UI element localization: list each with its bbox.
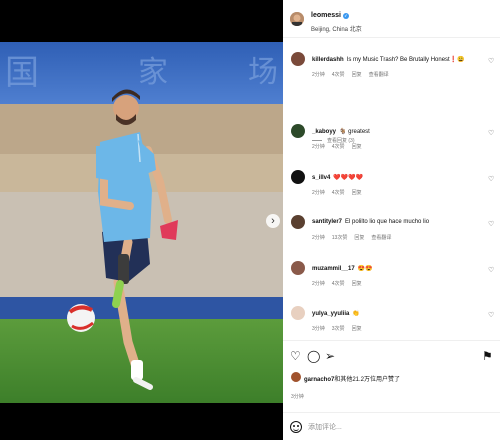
reply-button[interactable]: 回复 <box>352 325 362 332</box>
comment-input[interactable] <box>308 421 488 433</box>
liked-by-count[interactable]: 和其他21.2万位用户赞了 <box>334 377 400 383</box>
comment-text: killerdashh Is my Music Trash? Be Brutall… <box>312 56 465 63</box>
comment-text: santityler7 El polilto lio que hace mucho… <box>312 219 429 225</box>
comment-body: Is my Music Trash? Be Brutally Honest❗😩 <box>346 57 465 63</box>
comment-username[interactable]: _kaboyy <box>312 129 336 135</box>
chevron-right-icon: › <box>271 214 275 227</box>
comment-likes[interactable]: 4次赞 <box>332 143 345 150</box>
reply-button[interactable]: 回复 <box>352 71 362 78</box>
comment-likes[interactable]: 4次赞 <box>332 280 345 287</box>
comment-meta: 3分钟 3次赞 回复 <box>312 325 362 332</box>
emoji-icon[interactable] <box>290 421 302 433</box>
author-username-text[interactable]: leomessi <box>311 12 341 19</box>
comment-meta: 2分钟 4次赞 回复 <box>312 280 362 287</box>
comment-time: 2分钟 <box>312 72 325 78</box>
liked-by-avatar[interactable] <box>291 372 301 382</box>
translate-link[interactable]: 查看翻译 <box>369 71 389 78</box>
comment-likes[interactable]: 4次赞 <box>332 71 345 78</box>
reply-button[interactable]: 回复 <box>352 280 362 287</box>
heart-icon[interactable]: ♡ <box>488 266 494 274</box>
heart-icon[interactable]: ♡ <box>488 220 494 228</box>
comment-meta: 2分钟 13次赞 回复 查看翻译 <box>312 234 391 241</box>
heart-icon[interactable]: ♡ <box>488 175 494 183</box>
svg-text:国: 国 <box>5 53 39 93</box>
add-comment-bar <box>283 412 500 440</box>
comment-likes[interactable]: 13次赞 <box>332 234 348 241</box>
like-heart-icon[interactable]: ♡ <box>290 350 301 362</box>
comment-time: 2分钟 <box>312 281 325 287</box>
replies-divider <box>312 140 322 141</box>
author-avatar[interactable] <box>290 12 304 26</box>
liked-by: garnacho7和其他21.2万位用户赞了 <box>283 372 500 388</box>
post-location[interactable]: Beijing, China 北京 <box>311 24 362 33</box>
comment-username[interactable]: yulya_yyuliia <box>312 311 349 317</box>
svg-text:家: 家 <box>138 55 168 90</box>
comment-time: 2分钟 <box>312 190 325 196</box>
comment-time: 3分钟 <box>312 326 325 332</box>
bookmark-icon[interactable]: ⚑ <box>482 350 493 362</box>
comment-username[interactable]: killerdashh <box>312 57 344 63</box>
commenter-avatar[interactable] <box>291 261 305 275</box>
liked-by-text[interactable]: garnacho7和其他21.2万位用户赞了 <box>304 374 400 383</box>
comment-body: 🐐 greatest <box>339 129 370 135</box>
reply-button[interactable]: 回复 <box>352 189 362 196</box>
post-actions: ♡ ◯ ➢ ⚑ <box>283 340 500 370</box>
commenter-avatar[interactable] <box>291 306 305 320</box>
comment-meta: 2分钟 4次赞 回复 <box>312 189 362 196</box>
comments-list: killerdashh Is my Music Trash? Be Brutall… <box>283 38 500 338</box>
next-media-button[interactable]: › <box>266 214 280 228</box>
commenter-avatar[interactable] <box>291 215 305 229</box>
comment-body: ❤️❤️❤️❤️ <box>333 175 364 181</box>
author-username[interactable]: leomessi ✓ <box>311 12 349 19</box>
comment-time: 2分钟 <box>312 235 325 241</box>
comment-meta: 2分钟 4次赞 回复 <box>312 143 362 150</box>
instagram-post-dialog: 国 家 场 › leomessi ✓ Beijing, China 北京 kil… <box>0 0 500 440</box>
comment-text: muzammil__17 😍😍 <box>312 265 373 272</box>
comment-username[interactable]: s_illv4 <box>312 175 330 181</box>
comment-icon[interactable]: ◯ <box>307 350 320 362</box>
comment-username[interactable]: santityler7 <box>312 219 342 225</box>
comment-likes[interactable]: 3次赞 <box>332 325 345 332</box>
comment-body: 😍😍 <box>357 266 373 272</box>
comment-text: s_illv4 ❤️❤️❤️❤️ <box>312 174 363 181</box>
comment-body: El polilto lio que hace mucho lio <box>345 219 430 225</box>
comment-time: 2分钟 <box>312 144 325 150</box>
reply-button[interactable]: 回复 <box>354 234 364 241</box>
heart-icon[interactable]: ♡ <box>488 57 494 65</box>
translate-link[interactable]: 查看翻译 <box>371 234 391 241</box>
comment-likes[interactable]: 4次赞 <box>332 189 345 196</box>
heart-icon[interactable]: ♡ <box>488 311 494 319</box>
svg-text:场: 场 <box>248 55 278 90</box>
comment-username[interactable]: muzammil__17 <box>312 266 355 272</box>
commenter-avatar[interactable] <box>291 170 305 184</box>
commenter-avatar[interactable] <box>291 124 305 138</box>
comment-text: _kaboyy 🐐 greatest <box>312 128 370 135</box>
post-date: 3分钟 <box>291 394 304 400</box>
share-icon[interactable]: ➢ <box>325 350 335 362</box>
verified-badge-icon: ✓ <box>342 12 349 19</box>
liked-by-user[interactable]: garnacho7 <box>304 377 334 383</box>
comment-meta: 2分钟 4次赞 回复 查看翻译 <box>312 71 389 78</box>
comment-text: yulya_yyuliia 👏 <box>312 310 360 317</box>
comment-body: 👏 <box>352 311 360 317</box>
heart-icon[interactable]: ♡ <box>488 129 494 137</box>
post-photo: 国 家 场 <box>0 42 283 403</box>
post-media: 国 家 场 › <box>0 0 283 440</box>
post-side-panel: leomessi ✓ Beijing, China 北京 killerdashh… <box>283 0 500 440</box>
reply-button[interactable]: 回复 <box>352 143 362 150</box>
post-header: leomessi ✓ Beijing, China 北京 <box>283 0 500 38</box>
commenter-avatar[interactable] <box>291 52 305 66</box>
